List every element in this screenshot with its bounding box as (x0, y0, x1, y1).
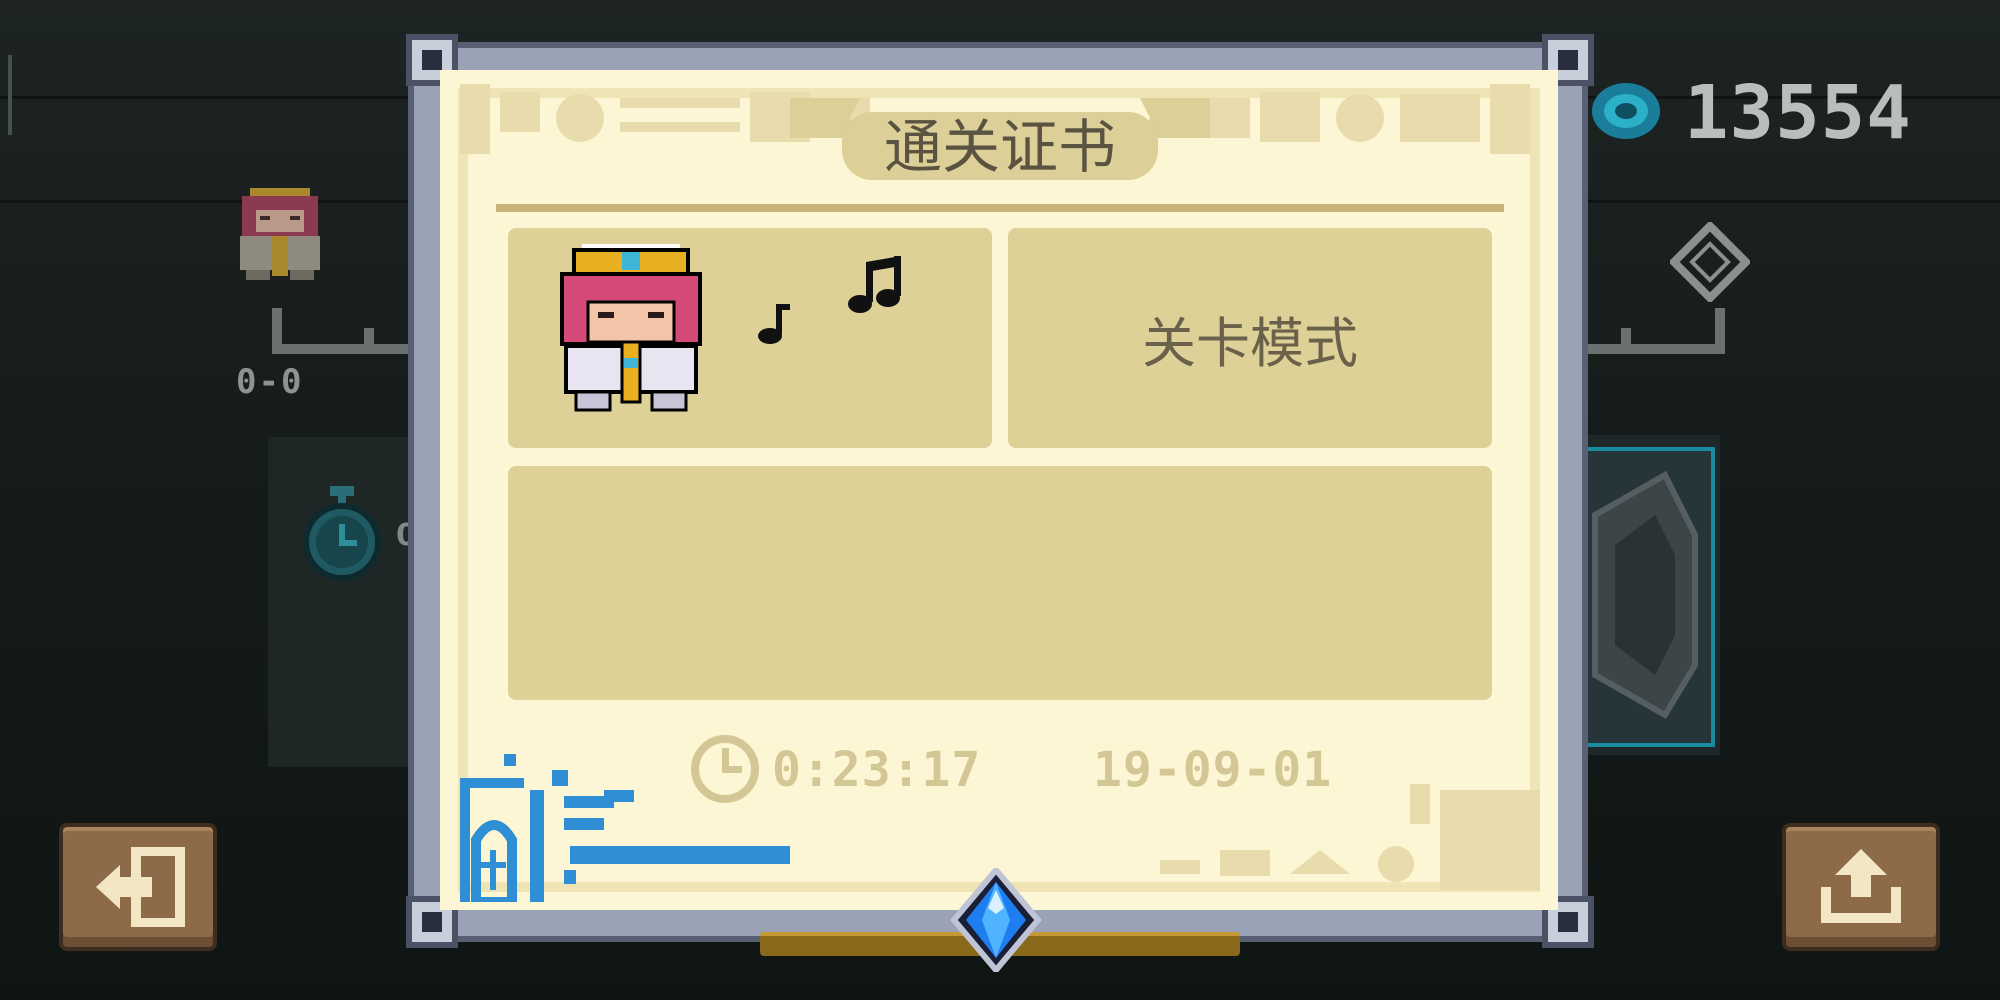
details-panel (508, 466, 1492, 700)
left-edge-bar (8, 55, 12, 135)
progress-bracket-right (1575, 308, 1725, 354)
diamond-outline-icon (1670, 222, 1750, 302)
mode-panel: 关卡模式 (1008, 228, 1492, 448)
double-music-note-icon (848, 256, 901, 313)
blue-seal-stamp (460, 754, 790, 902)
music-note-icon (758, 304, 790, 344)
character-preview-small (240, 188, 320, 280)
clear-time: 0:23:17 (772, 742, 982, 798)
progress-bracket-left (272, 308, 422, 354)
stopwatch-icon (303, 486, 381, 581)
exit-icon (96, 847, 185, 927)
share-button[interactable] (1782, 823, 1940, 951)
exit-button[interactable] (59, 823, 217, 951)
ornament-bottom (1160, 784, 1540, 890)
share-icon (1821, 849, 1901, 923)
blue-gem-icon (950, 868, 1042, 972)
gem-currency-icon (1592, 83, 1660, 139)
dungeon-portal (1575, 435, 1720, 755)
certificate-title: 通关证书 (883, 113, 1116, 181)
gem-currency-count: 13554 (1684, 70, 1912, 156)
stage-score: 0-0 (236, 362, 304, 402)
game-mode-label: 关卡模式 (1142, 311, 1358, 375)
character-portrait (560, 244, 702, 412)
title-divider (496, 204, 1504, 212)
